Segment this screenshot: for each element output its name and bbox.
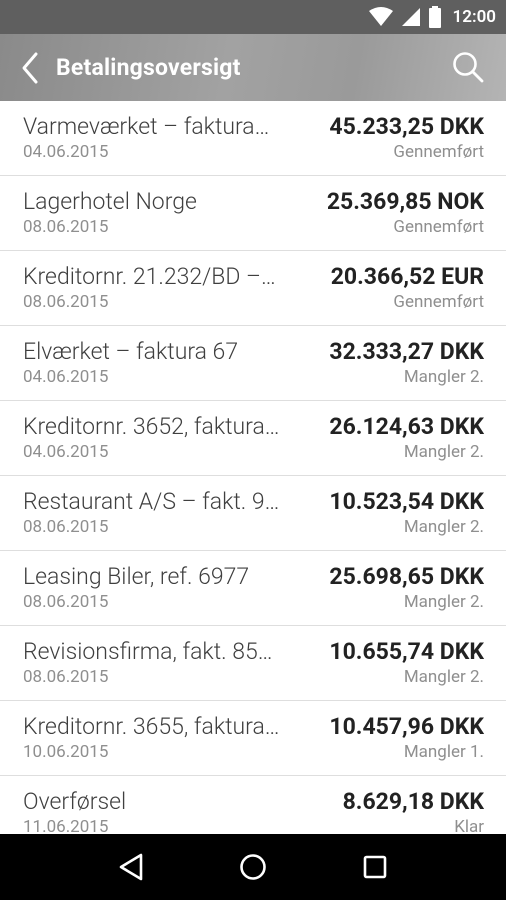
search-icon: [453, 52, 484, 83]
nav-back-button[interactable]: [106, 842, 156, 892]
back-button[interactable]: [4, 34, 56, 101]
payment-row[interactable]: Leasing Biler, ref. 6977 08.06.2015 25.69…: [0, 551, 506, 626]
payment-name: Varmeværket – faktura…: [23, 113, 270, 140]
payment-date: 08.06.2015: [23, 667, 109, 687]
payment-date: 11.06.2015: [23, 817, 109, 834]
payment-row[interactable]: Lagerhotel Norge 08.06.2015 25.369,85 NOK…: [0, 176, 506, 251]
payment-amount: 45.233,25 DKK: [329, 113, 484, 140]
payment-list: Varmeværket – faktura… 04.06.2015 45.233,…: [0, 101, 506, 834]
payment-date: 08.06.2015: [23, 292, 109, 312]
payment-date: 04.06.2015: [23, 367, 109, 387]
payment-status: Mangler 2.: [403, 592, 484, 612]
payment-amount: 26.124,63 DKK: [329, 413, 484, 440]
payment-row[interactable]: Kreditornr. 3652, faktura… 04.06.2015 26.…: [0, 401, 506, 476]
payment-name: Lagerhotel Norge: [23, 188, 197, 215]
payment-status: Mangler 1.: [403, 742, 484, 762]
payment-row[interactable]: Elværket – faktura 67 04.06.2015 32.333,2…: [0, 326, 506, 401]
search-button[interactable]: [450, 49, 486, 85]
page-title: Betalingsoversigt: [56, 54, 241, 81]
wifi-icon: [368, 7, 393, 27]
payment-amount: 32.333,27 DKK: [329, 338, 484, 365]
payment-status: Gennemført: [393, 292, 484, 312]
chevron-left-icon: [22, 52, 38, 83]
payment-name: Elværket – faktura 67: [23, 338, 239, 365]
payment-amount: 25.698,65 DKK: [329, 563, 484, 590]
payment-status: Gennemført: [393, 142, 484, 162]
payment-name: Leasing Biler, ref. 6977: [23, 563, 250, 590]
payment-row[interactable]: Varmeværket – faktura… 04.06.2015 45.233,…: [0, 101, 506, 176]
signal-icon: [401, 7, 421, 27]
payment-status: Mangler 2.: [403, 442, 484, 462]
payment-name: Revisionsfirma, fakt. 85…: [23, 638, 273, 665]
status-bar: 12:00: [0, 0, 506, 34]
payment-status: Mangler 2.: [403, 367, 484, 387]
payment-row[interactable]: Revisionsfirma, fakt. 85… 08.06.2015 10.6…: [0, 626, 506, 701]
payment-amount: 20.366,52 EUR: [330, 263, 484, 290]
payment-date: 08.06.2015: [23, 217, 109, 237]
payment-name: Kreditornr. 21.232/BD –…: [23, 263, 276, 290]
navigation-bar: [0, 834, 506, 900]
payment-amount: 10.655,74 DKK: [329, 638, 484, 665]
payment-row[interactable]: Overførsel 11.06.2015 8.629,18 DKK Klar: [0, 776, 506, 834]
payment-date: 04.06.2015: [23, 442, 109, 462]
payment-amount: 8.629,18 DKK: [342, 788, 484, 815]
payment-row[interactable]: Restaurant A/S – fakt. 9… 08.06.2015 10.5…: [0, 476, 506, 551]
payment-status: Gennemført: [393, 217, 484, 237]
payment-name: Kreditornr. 3655, faktura…: [23, 713, 280, 740]
payment-date: 08.06.2015: [23, 517, 109, 537]
payment-name: Restaurant A/S – fakt. 9…: [23, 488, 280, 515]
payment-amount: 10.457,96 DKK: [329, 713, 484, 740]
payment-date: 04.06.2015: [23, 142, 109, 162]
payment-status: Mangler 2.: [403, 517, 484, 537]
app-toolbar: Betalingsoversigt: [0, 34, 506, 101]
nav-home-button[interactable]: [228, 842, 278, 892]
clock: 12:00: [452, 7, 496, 27]
payment-status: Mangler 2.: [403, 667, 484, 687]
payment-name: Overførsel: [23, 788, 127, 815]
payment-row[interactable]: Kreditornr. 3655, faktura… 10.06.2015 10.…: [0, 701, 506, 776]
payment-date: 10.06.2015: [23, 742, 109, 762]
nav-recents-button[interactable]: [350, 842, 400, 892]
payment-status: Klar: [454, 817, 484, 834]
recents-square-icon: [363, 855, 387, 879]
payment-date: 08.06.2015: [23, 592, 109, 612]
home-circle-icon: [240, 854, 266, 880]
battery-icon: [428, 6, 441, 28]
payment-amount: 25.369,85 NOK: [326, 188, 484, 215]
payment-name: Kreditornr. 3652, faktura…: [23, 413, 280, 440]
back-triangle-icon: [119, 853, 143, 881]
payment-row[interactable]: Kreditornr. 21.232/BD –… 08.06.2015 20.36…: [0, 251, 506, 326]
payment-amount: 10.523,54 DKK: [329, 488, 484, 515]
